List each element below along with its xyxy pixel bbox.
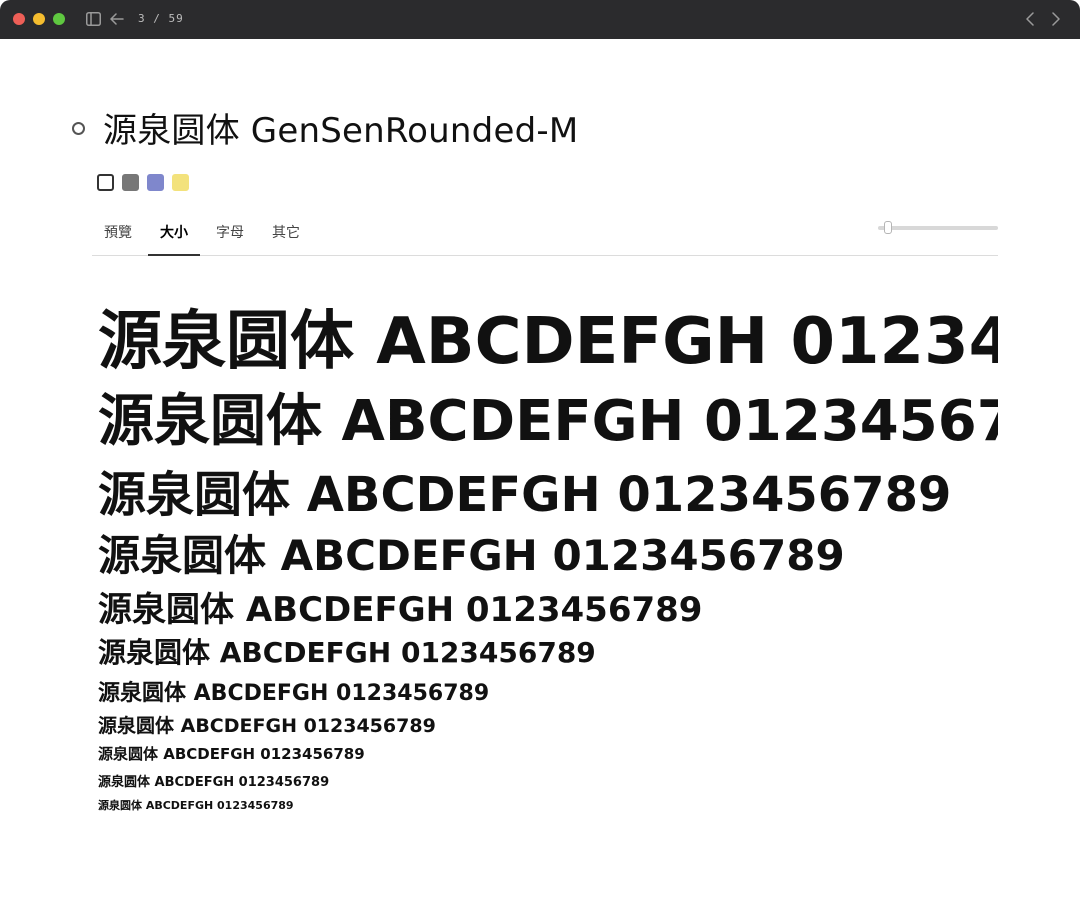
- size-sample-line: 源泉圆体 ABCDEFGH 0123456789: [98, 745, 365, 763]
- size-slider-thumb[interactable]: [884, 221, 892, 234]
- swatch-yellow[interactable]: [172, 174, 189, 191]
- tab-2[interactable]: 字母: [204, 212, 256, 255]
- view-tabs: 預覽 大小 字母 其它: [92, 212, 998, 256]
- tab-0[interactable]: 預覽: [92, 212, 144, 255]
- size-sample-line: 源泉圆体 ABCDEFGH 0123456789: [98, 715, 436, 737]
- back-arrow-icon[interactable]: [108, 9, 126, 29]
- size-samples: 源泉圆体 ABCDEFGH 0123456789 源泉圆体 ABCDEFGH 01…: [98, 290, 998, 830]
- swatch-white[interactable]: [97, 174, 114, 191]
- font-title: 源泉圆体 GenSenRounded-M: [103, 110, 579, 151]
- swatch-blue[interactable]: [147, 174, 164, 191]
- color-swatches: [97, 174, 189, 191]
- size-sample-line: 源泉圆体 ABCDEFGH 0123456789: [98, 467, 952, 523]
- zoom-window-button[interactable]: [53, 13, 65, 25]
- page-counter: 3 / 59: [138, 12, 184, 25]
- next-icon[interactable]: [1046, 9, 1066, 29]
- tab-1[interactable]: 大小: [148, 212, 200, 256]
- size-sample-line: 源泉圆体 ABCDEFGH 0123456789: [98, 636, 596, 669]
- size-sample-line: 源泉圆体 ABCDEFGH 0123456789: [98, 681, 490, 706]
- prev-icon[interactable]: [1020, 9, 1040, 29]
- minimize-window-button[interactable]: [33, 13, 45, 25]
- window-titlebar: 3 / 59: [0, 0, 1080, 39]
- size-sample-line: 源泉圆体 ABCDEFGH 0123456789: [98, 775, 330, 790]
- swatch-gray[interactable]: [122, 174, 139, 191]
- size-slider[interactable]: [878, 221, 998, 234]
- sidebar-toggle-icon[interactable]: [84, 9, 102, 29]
- tab-3[interactable]: 其它: [260, 212, 312, 255]
- font-bullet-icon[interactable]: [72, 121, 85, 135]
- size-slider-track[interactable]: [878, 226, 998, 230]
- size-sample-line: 源泉圆体 ABCDEFGH 0123456789: [98, 531, 845, 580]
- size-sample-line: 源泉圆体 ABCDEFGH 0123456789: [98, 305, 998, 379]
- font-title-row: 源泉圆体 GenSenRounded-M: [72, 104, 579, 151]
- size-sample-line: 源泉圆体 ABCDEFGH 0123456789: [98, 590, 703, 630]
- size-sample-line: 源泉圆体 ABCDEFGH 0123456789: [98, 799, 294, 812]
- size-sample-line: 源泉圆体 ABCDEFGH 0123456789: [98, 389, 998, 454]
- close-window-button[interactable]: [13, 13, 25, 25]
